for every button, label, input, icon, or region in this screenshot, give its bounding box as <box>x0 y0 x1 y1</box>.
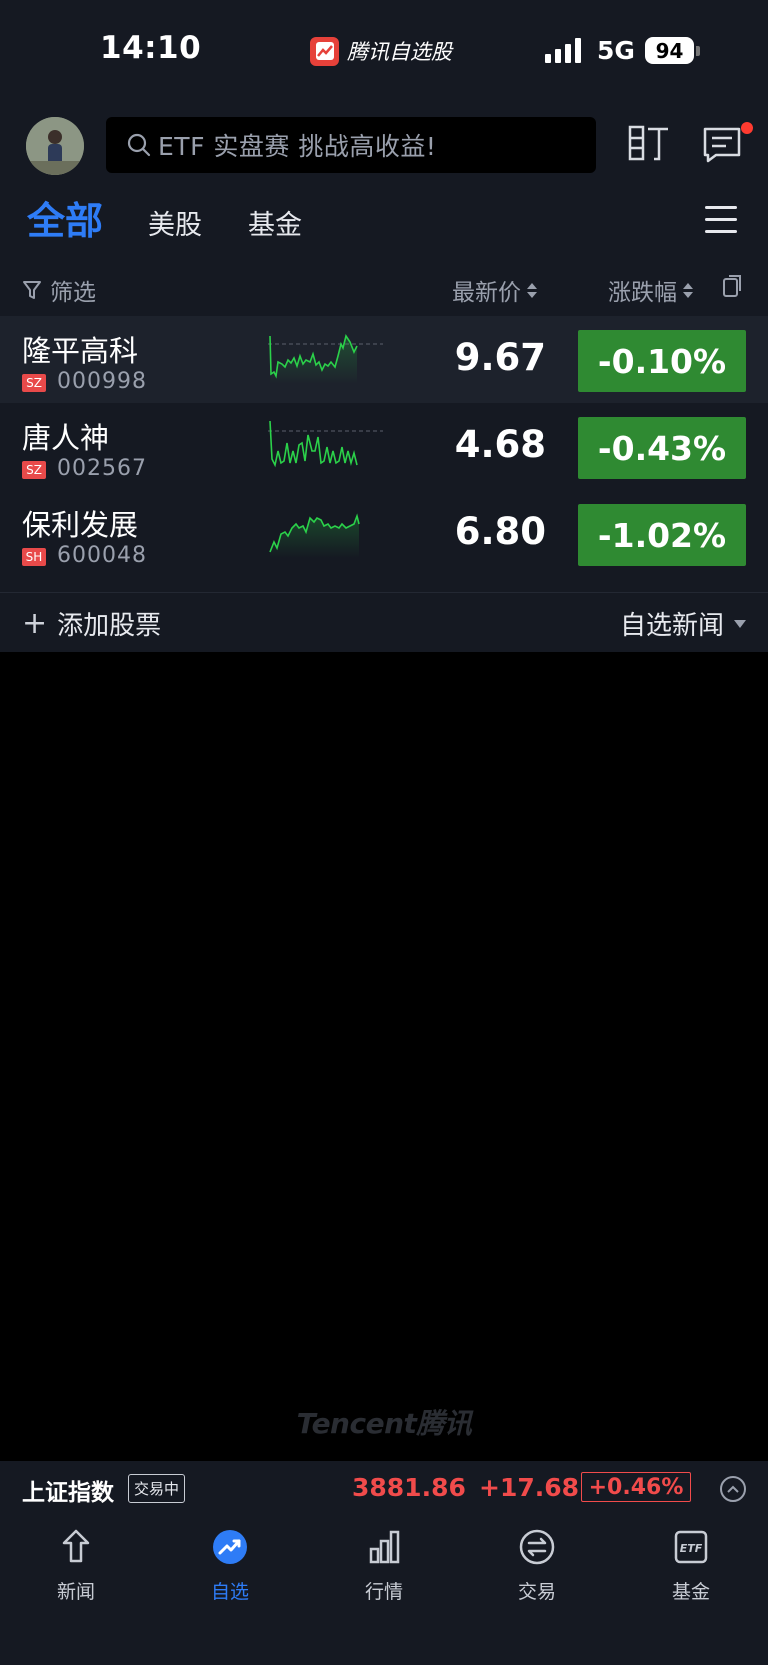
stock-price: 6.80 <box>454 510 546 553</box>
nav-watchlist[interactable]: 自选 <box>175 1527 285 1604</box>
change-badge[interactable]: -1.02% <box>578 504 746 566</box>
category-tabs: 全部 美股 基金 <box>27 190 348 245</box>
market-badge: SZ <box>22 461 46 479</box>
tab-us-stocks[interactable]: 美股 <box>148 203 202 242</box>
tab-funds[interactable]: 基金 <box>248 203 302 242</box>
sort-arrows-icon <box>683 282 693 298</box>
avatar[interactable] <box>26 117 84 175</box>
status-bar: 14:10 腾讯自选股 5G 94 <box>0 0 768 100</box>
stock-name: 保利发展 <box>22 508 139 542</box>
change-column-label: 涨跌幅 <box>608 280 677 306</box>
add-stock-button[interactable]: + 添加股票 <box>22 605 161 642</box>
search-icon <box>127 133 151 157</box>
status-app: 腾讯自选股 <box>310 36 452 66</box>
sparkline-chart <box>269 513 360 558</box>
column-header: 筛选 最新价 涨跌幅 <box>0 265 768 309</box>
nav-trade-label: 交易 <box>517 1581 556 1603</box>
index-ticker-bar[interactable]: 上证指数 交易中 3881.86 +17.68 +0.46% <box>0 1461 768 1517</box>
network-type: 5G <box>597 36 635 65</box>
nav-news-label: 新闻 <box>56 1581 95 1603</box>
stock-price: 4.68 <box>454 423 546 466</box>
status-app-name: 腾讯自选股 <box>347 40 452 64</box>
bottom-nav: 新闻 自选 行情 交易 ETF 基金 <box>0 1517 768 1665</box>
caret-down-icon <box>734 619 746 628</box>
watchlist-news-button[interactable]: 自选新闻 <box>620 605 746 642</box>
index-percent: +0.46% <box>581 1472 691 1502</box>
filter-label: 筛选 <box>50 280 96 306</box>
filter-button[interactable]: 筛选 <box>22 273 96 307</box>
app-logo-icon <box>310 36 339 66</box>
battery-icon: 94 <box>645 37 694 64</box>
index-name: 上证指数 <box>22 1480 114 1506</box>
stock-row[interactable]: 隆平高科 SZ 000998 9.67 -0.10% <box>0 316 768 403</box>
status-time: 14:10 <box>100 30 202 66</box>
market-icon <box>369 1530 400 1564</box>
sort-arrows-icon <box>527 282 537 298</box>
search-placeholder: ETF 实盘赛 挑战高收益! <box>158 132 437 161</box>
sparkline-chart <box>268 334 383 384</box>
tab-all[interactable]: 全部 <box>27 190 103 245</box>
menu-icon[interactable] <box>705 206 737 233</box>
news-icon <box>62 1529 90 1563</box>
nav-fund-label: 基金 <box>671 1581 710 1603</box>
watchlist-icon <box>213 1530 247 1564</box>
nav-trade[interactable]: 交易 <box>482 1527 592 1604</box>
fund-icon: ETF <box>674 1530 708 1564</box>
stock-row[interactable]: 保利发展 SH 600048 6.80 -1.02% <box>0 490 768 577</box>
stock-code: 002567 <box>57 456 147 481</box>
battery-tip <box>696 46 700 56</box>
index-change: +17.68 <box>479 1473 580 1502</box>
nav-market[interactable]: 行情 <box>329 1527 439 1604</box>
market-badge: SZ <box>22 374 46 392</box>
stock-price: 9.67 <box>454 336 546 379</box>
trade-icon <box>519 1529 555 1565</box>
add-stock-label: 添加股票 <box>57 611 162 641</box>
stock-row[interactable]: 唐人神 SZ 002567 4.68 -0.43% <box>0 403 768 490</box>
ding-icon[interactable] <box>628 124 670 164</box>
filter-icon <box>23 281 41 299</box>
nav-watchlist-label: 自选 <box>210 1581 249 1603</box>
search-input[interactable]: ETF 实盘赛 挑战高收益! <box>106 117 596 173</box>
stock-code: 000998 <box>57 369 147 394</box>
watchlist-news-label: 自选新闻 <box>619 611 724 641</box>
stock-name: 隆平高科 <box>22 334 139 368</box>
nav-news[interactable]: 新闻 <box>21 1527 131 1604</box>
tencent-watermark: Tencent腾讯 <box>296 1407 472 1440</box>
sort-change-header[interactable]: 涨跌幅 <box>608 273 693 307</box>
notification-dot <box>741 122 753 134</box>
change-badge[interactable]: -0.10% <box>578 330 746 392</box>
sort-price-header[interactable]: 最新价 <box>452 273 537 307</box>
plus-icon: + <box>22 605 48 641</box>
change-badge[interactable]: -0.43% <box>578 417 746 479</box>
trading-status-badge: 交易中 <box>128 1474 186 1503</box>
sparkline-chart <box>268 421 383 468</box>
toggle-display-icon[interactable] <box>722 273 744 299</box>
nav-market-label: 行情 <box>364 1581 403 1603</box>
index-value: 3881.86 <box>352 1473 466 1502</box>
message-icon[interactable] <box>702 126 742 164</box>
chevron-up-icon[interactable] <box>720 1476 746 1502</box>
signal-icon <box>545 38 581 63</box>
watchlist-actions: + 添加股票 自选新闻 <box>0 592 768 653</box>
market-badge: SH <box>22 548 46 566</box>
stock-name: 唐人神 <box>22 421 110 455</box>
nav-fund[interactable]: ETF 基金 <box>636 1527 746 1604</box>
stock-code: 600048 <box>57 543 147 568</box>
svg-text:ETF: ETF <box>680 1542 703 1555</box>
price-column-label: 最新价 <box>452 280 521 306</box>
